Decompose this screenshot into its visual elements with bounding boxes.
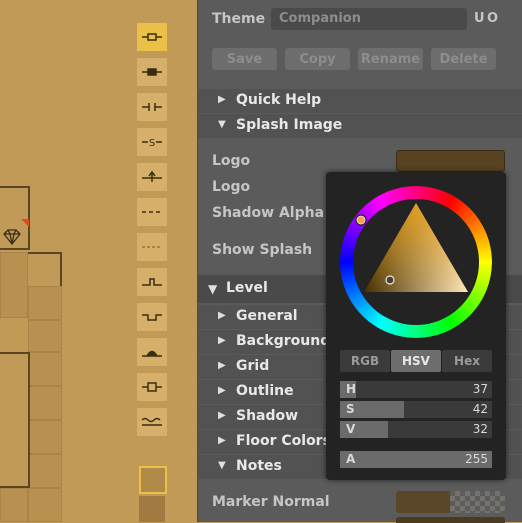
slider-value: 42 — [472, 402, 488, 416]
collapse-arrow-icon: ▼ — [218, 119, 226, 130]
collapse-arrow-icon: ▼ — [218, 460, 226, 471]
marker-normal-color-swatch[interactable] — [396, 491, 505, 513]
map-floor-tile — [28, 286, 62, 320]
arch-icon — [142, 350, 162, 357]
map-room-outline — [0, 352, 30, 488]
box-connector-icon — [142, 382, 162, 392]
show-splash-label: Show Splash — [212, 242, 313, 258]
slider-label: A — [346, 452, 356, 466]
connector-open-icon — [142, 33, 162, 41]
section-label: General — [236, 308, 298, 324]
section-label: Outline — [236, 383, 294, 399]
expand-arrow-icon: ▶ — [218, 360, 226, 371]
tab-hsv[interactable]: HSV — [391, 350, 441, 372]
selected-cell-indicator[interactable] — [139, 466, 167, 494]
tool-button-7[interactable] — [137, 233, 167, 261]
dotted-line-icon — [142, 246, 162, 248]
connector-arrow-icon — [142, 170, 162, 182]
theme-name-field[interactable]: Companion — [271, 8, 467, 30]
map-floor-tile — [0, 488, 28, 522]
tool-button-2[interactable] — [137, 58, 167, 86]
tool-button-8[interactable] — [137, 268, 167, 296]
tool-button-12[interactable] — [137, 408, 167, 436]
tool-button-4[interactable]: S — [137, 128, 167, 156]
slider-label: H — [346, 382, 357, 396]
section-label: Grid — [236, 358, 270, 374]
shadow-alpha-label: Shadow Alpha — [212, 205, 325, 221]
expand-arrow-icon: ▶ — [218, 410, 226, 421]
slider-label: S — [346, 402, 355, 416]
slider-value: 37 — [472, 382, 488, 396]
delete-button[interactable]: Delete — [431, 48, 496, 70]
hue-wheel[interactable] — [340, 186, 492, 338]
tab-rgb[interactable]: RGB — [340, 350, 390, 372]
gem-icon[interactable] — [2, 229, 22, 245]
tool-palette-cell — [139, 496, 165, 522]
connector-s-icon: S — [142, 138, 162, 149]
saturation-value-handle — [385, 275, 395, 285]
expand-arrow-icon: ▶ — [218, 94, 226, 105]
slider-value: 32 — [472, 422, 488, 436]
alpha-slider[interactable]: A 255 — [340, 451, 492, 468]
next-color-swatch[interactable] — [396, 517, 505, 523]
map-floor-tile — [28, 352, 62, 386]
color-picker-popup[interactable]: RGB HSV Hex H 37 S 42 V 32 A 255 — [326, 172, 506, 480]
section-label: Level — [226, 280, 268, 296]
theme-label: Theme — [212, 11, 266, 27]
map-floor-tile — [28, 488, 62, 522]
slider-label: V — [346, 422, 356, 436]
logo-label: Logo — [212, 153, 251, 169]
theme-o-button[interactable]: O — [487, 11, 498, 26]
tool-button-1[interactable] — [137, 23, 167, 51]
rename-button[interactable]: Rename — [358, 48, 423, 70]
map-floor-tile — [28, 386, 62, 420]
expand-arrow-icon: ▶ — [218, 385, 226, 396]
connector-gap-icon — [142, 103, 162, 111]
tool-button-3[interactable] — [137, 93, 167, 121]
collapse-arrow-icon: ▼ — [208, 282, 218, 296]
section-label: Splash Image — [236, 117, 343, 133]
dashed-line-icon — [142, 211, 162, 213]
splash-image-section[interactable]: ▼ Splash Image — [198, 114, 522, 138]
svg-text:S: S — [149, 138, 155, 149]
theme-name-value: Companion — [279, 11, 361, 26]
tool-button-6[interactable] — [137, 198, 167, 226]
section-label: Shadow — [236, 408, 299, 424]
hue-slider[interactable]: H 37 — [340, 381, 492, 398]
connector-filled-icon — [142, 68, 162, 76]
section-label: Quick Help — [236, 92, 322, 108]
theme-u-button[interactable]: U — [474, 11, 485, 26]
step-down-icon — [142, 314, 162, 321]
section-label: Floor Colors — [236, 433, 331, 449]
expand-arrow-icon: ▶ — [218, 310, 226, 321]
save-button[interactable]: Save — [212, 48, 277, 70]
saturation-slider[interactable]: S 42 — [340, 401, 492, 418]
logo-color-swatch[interactable] — [396, 150, 505, 172]
copy-button[interactable]: Copy — [285, 48, 350, 70]
note-marker-icon[interactable] — [21, 219, 29, 227]
map-floor-tile — [28, 454, 62, 488]
map-canvas[interactable]: S — [0, 0, 197, 522]
map-floor-tile — [28, 320, 62, 352]
tool-button-11[interactable] — [137, 373, 167, 401]
expand-arrow-icon: ▶ — [218, 335, 226, 346]
expand-arrow-icon: ▶ — [218, 435, 226, 446]
slider-value: 255 — [465, 452, 488, 466]
logo-label: Logo — [212, 179, 251, 195]
tool-button-10[interactable] — [137, 338, 167, 366]
map-floor-tile — [28, 420, 62, 454]
step-up-icon — [142, 278, 162, 286]
map-floor-tile — [0, 252, 28, 318]
tool-button-5[interactable] — [137, 163, 167, 191]
value-slider[interactable]: V 32 — [340, 421, 492, 438]
quick-help-section[interactable]: ▶ Quick Help — [198, 89, 522, 113]
tab-hex[interactable]: Hex — [442, 350, 492, 372]
section-label: Notes — [236, 458, 282, 474]
wavy-line-icon — [141, 417, 162, 426]
tool-button-9[interactable] — [137, 303, 167, 331]
marker-normal-label: Marker Normal — [212, 494, 330, 510]
